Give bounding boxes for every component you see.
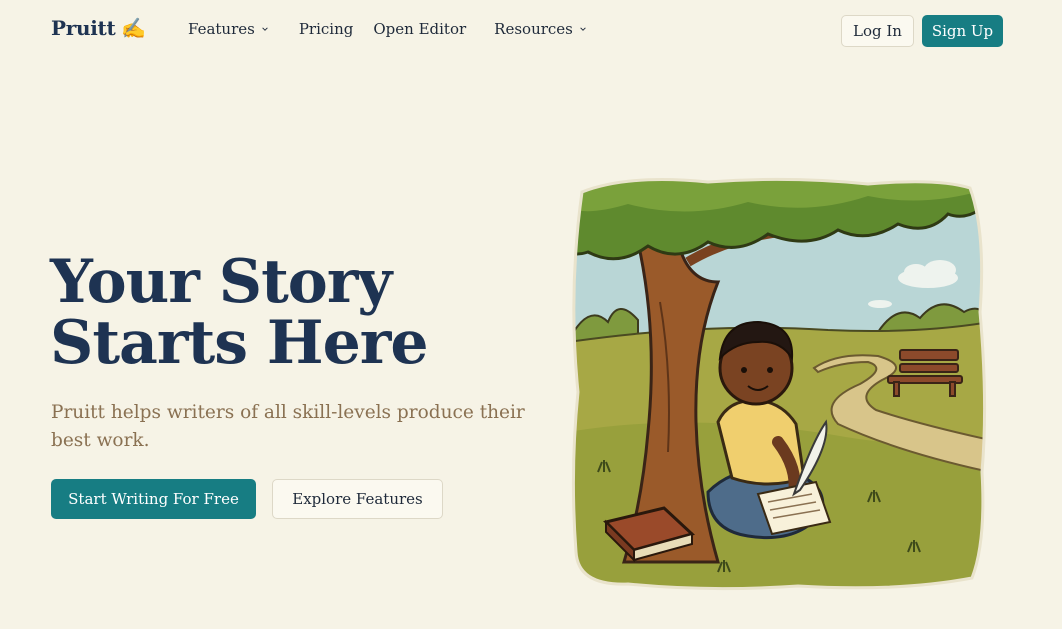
nav-open-editor[interactable]: Open Editor — [373, 20, 466, 38]
hero-title-line-1: Your Story — [50, 247, 392, 317]
nav-links: Features Pricing Open Editor Resources — [188, 20, 587, 38]
chevron-down-icon — [580, 27, 586, 31]
nav-open-editor-label: Open Editor — [373, 20, 467, 38]
hero-title: Your Story Starts Here — [50, 252, 530, 374]
brand-logo[interactable]: Pruitt ✍ — [51, 16, 146, 40]
signup-button[interactable]: Sign Up — [922, 15, 1003, 47]
nav-pricing-label: Pricing — [298, 20, 354, 38]
login-button[interactable]: Log In — [841, 15, 914, 47]
hero-subtitle: Pruitt helps writers of all skill-levels… — [51, 402, 525, 451]
chevron-down-icon — [262, 27, 268, 31]
nav-pricing[interactable]: Pricing — [299, 20, 354, 38]
explore-features-button[interactable]: Explore Features — [272, 479, 443, 519]
nav-resources[interactable]: Resources — [494, 20, 587, 38]
hero-illustration — [571, 177, 987, 591]
brand-name: Pruitt — [51, 16, 116, 40]
nav-features[interactable]: Features — [188, 20, 269, 38]
hero-title-line-2: Starts Here — [50, 308, 429, 378]
start-writing-button[interactable]: Start Writing For Free — [51, 479, 256, 519]
nav-features-label: Features — [188, 20, 255, 38]
landing-page: Pruitt ✍ Features Pricing Open Editor Re… — [0, 0, 1062, 629]
writing-hand-icon: ✍ — [121, 16, 147, 40]
top-navbar: Pruitt ✍ Features Pricing Open Editor Re… — [0, 0, 1062, 62]
nav-resources-label: Resources — [494, 20, 573, 38]
